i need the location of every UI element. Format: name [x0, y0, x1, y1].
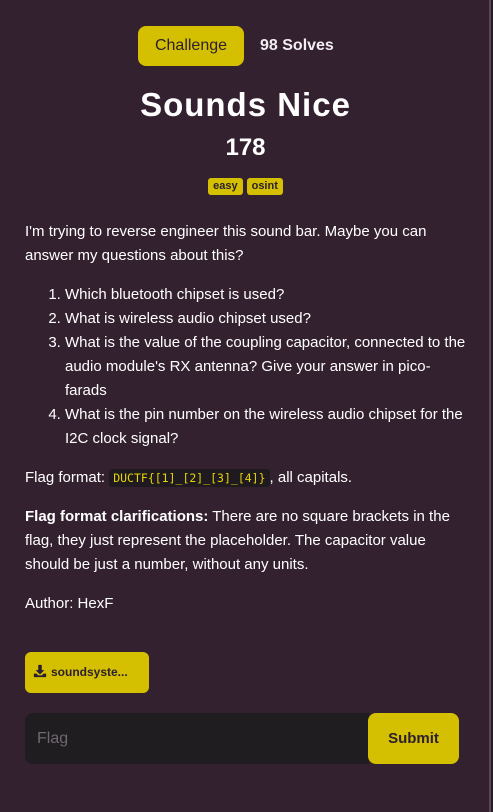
challenge-description: I'm trying to reverse engineer this soun… — [25, 220, 470, 631]
question-list: Which bluetooth chipset is used? What is… — [25, 283, 470, 451]
description-intro: I'm trying to reverse engineer this soun… — [25, 223, 427, 264]
flag-format-code: DUCTF{[1]_[2]_[3]_[4]} — [109, 469, 270, 487]
challenge-points: 178 — [225, 134, 266, 161]
submit-button[interactable]: Submit — [368, 713, 459, 764]
challenge-tabs: Challenge 98 Solves — [0, 26, 491, 66]
flag-format-label: Flag format: — [25, 469, 106, 486]
tab-challenge[interactable]: Challenge — [138, 26, 244, 66]
flag-input[interactable] — [25, 713, 369, 764]
challenge-title: Sounds Nice — [140, 86, 351, 123]
tag-list: easy osint — [0, 178, 491, 195]
flag-format-line: Flag format: DUCTF{[1]_[2]_[3]_[4]}, all… — [25, 466, 470, 490]
question-item: What is the pin number on the wireless a… — [65, 403, 470, 451]
download-icon — [33, 664, 47, 678]
flag-form: Submit — [25, 713, 459, 764]
tag-osint: osint — [246, 178, 283, 195]
question-item: Which bluetooth chipset is used? — [65, 283, 470, 307]
challenge-modal: Challenge 98 Solves Sounds Nice 178 easy… — [0, 0, 491, 812]
download-file-button[interactable]: soundsyste... — [25, 652, 149, 693]
tab-solves[interactable]: 98 Solves — [260, 26, 334, 66]
tag-easy: easy — [208, 178, 243, 195]
download-file-label: soundsyste... — [51, 665, 128, 679]
clarification-label: Flag format clarifications: — [25, 508, 209, 525]
flag-format-suffix: , all capitals. — [269, 469, 353, 486]
author-line: Author: HexF — [25, 595, 114, 612]
question-item: What is the value of the coupling capaci… — [65, 331, 470, 403]
question-item: What is wireless audio chipset used? — [65, 307, 470, 331]
clarification-line: Flag format clarifications: There are no… — [25, 505, 470, 577]
